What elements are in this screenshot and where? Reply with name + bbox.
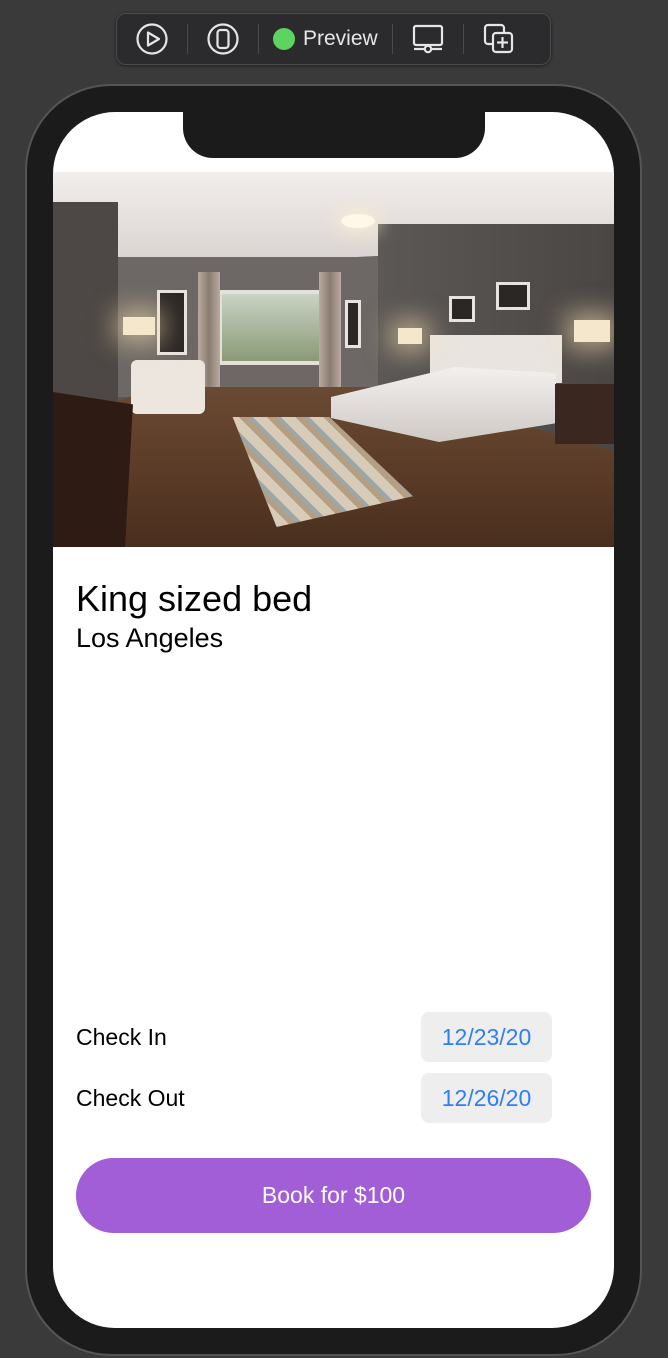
live-preview-button[interactable] bbox=[117, 14, 187, 64]
listing-location: Los Angeles bbox=[76, 623, 224, 653]
check-out-row: Check Out 12/26/20 bbox=[76, 1073, 552, 1123]
device-button[interactable] bbox=[188, 14, 258, 64]
phone-notch bbox=[183, 110, 485, 158]
preview-toolbar: Preview bbox=[116, 13, 551, 65]
device-icon bbox=[207, 23, 239, 55]
duplicate-preview-button[interactable] bbox=[464, 14, 534, 64]
preview-status: Preview bbox=[259, 14, 392, 64]
check-in-row: Check In 12/23/20 bbox=[76, 1012, 552, 1062]
preview-label: Preview bbox=[303, 27, 378, 50]
book-button[interactable]: Book for $100 bbox=[76, 1158, 591, 1233]
check-out-date-picker[interactable]: 12/26/20 bbox=[421, 1073, 552, 1123]
play-icon bbox=[136, 23, 168, 55]
app-screen: King sized bed Los Angeles Check In 12/2… bbox=[53, 112, 614, 1328]
duplicate-icon bbox=[483, 23, 513, 54]
check-in-label: Check In bbox=[76, 1023, 167, 1050]
listing-photo bbox=[53, 172, 614, 547]
device-settings-button[interactable] bbox=[393, 14, 463, 64]
listing-title: King sized bed bbox=[76, 578, 313, 619]
check-out-label: Check Out bbox=[76, 1084, 185, 1111]
check-in-date-picker[interactable]: 12/23/20 bbox=[421, 1012, 552, 1062]
status-dot-icon bbox=[273, 28, 295, 50]
device-settings-icon bbox=[412, 24, 443, 54]
